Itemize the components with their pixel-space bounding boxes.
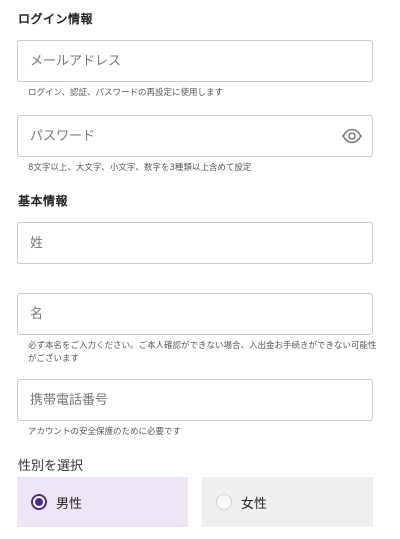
gender-option-male[interactable]: 男性 [17, 477, 188, 527]
password-input[interactable] [18, 116, 372, 156]
login-section-title: ログイン情報 [18, 12, 94, 26]
radio-unselected-icon[interactable] [216, 494, 232, 510]
last-name-field[interactable] [17, 222, 373, 264]
gender-option-female[interactable]: 女性 [202, 477, 373, 527]
gender-label: 性別を選択 [18, 459, 84, 474]
phone-input[interactable] [18, 380, 372, 420]
radio-selected-icon[interactable] [31, 494, 47, 510]
eye-icon[interactable] [342, 128, 362, 144]
gender-option-label: 女性 [241, 496, 268, 512]
email-field[interactable] [17, 40, 373, 82]
first-name-helper-text: 必ず本名をご入力ください。ご本人確認ができない場合、入出金お手続きができない可能… [28, 341, 377, 364]
first-name-input[interactable] [18, 294, 372, 334]
password-helper-text: 8文字以上、大文字、小文字、数字を3種類以上含めて設定 [28, 163, 252, 173]
gender-option-label: 男性 [56, 496, 83, 512]
email-input[interactable] [18, 41, 372, 81]
phone-helper-text: アカウントの安全保護のために必要です [28, 427, 182, 437]
email-helper-text: ログイン、認証、パスワードの再設定に使用します [28, 88, 223, 98]
password-field[interactable] [17, 115, 373, 157]
phone-field[interactable] [17, 379, 373, 421]
last-name-input[interactable] [18, 223, 372, 263]
first-name-field[interactable] [17, 293, 373, 335]
basic-section-title: 基本情報 [18, 194, 69, 208]
